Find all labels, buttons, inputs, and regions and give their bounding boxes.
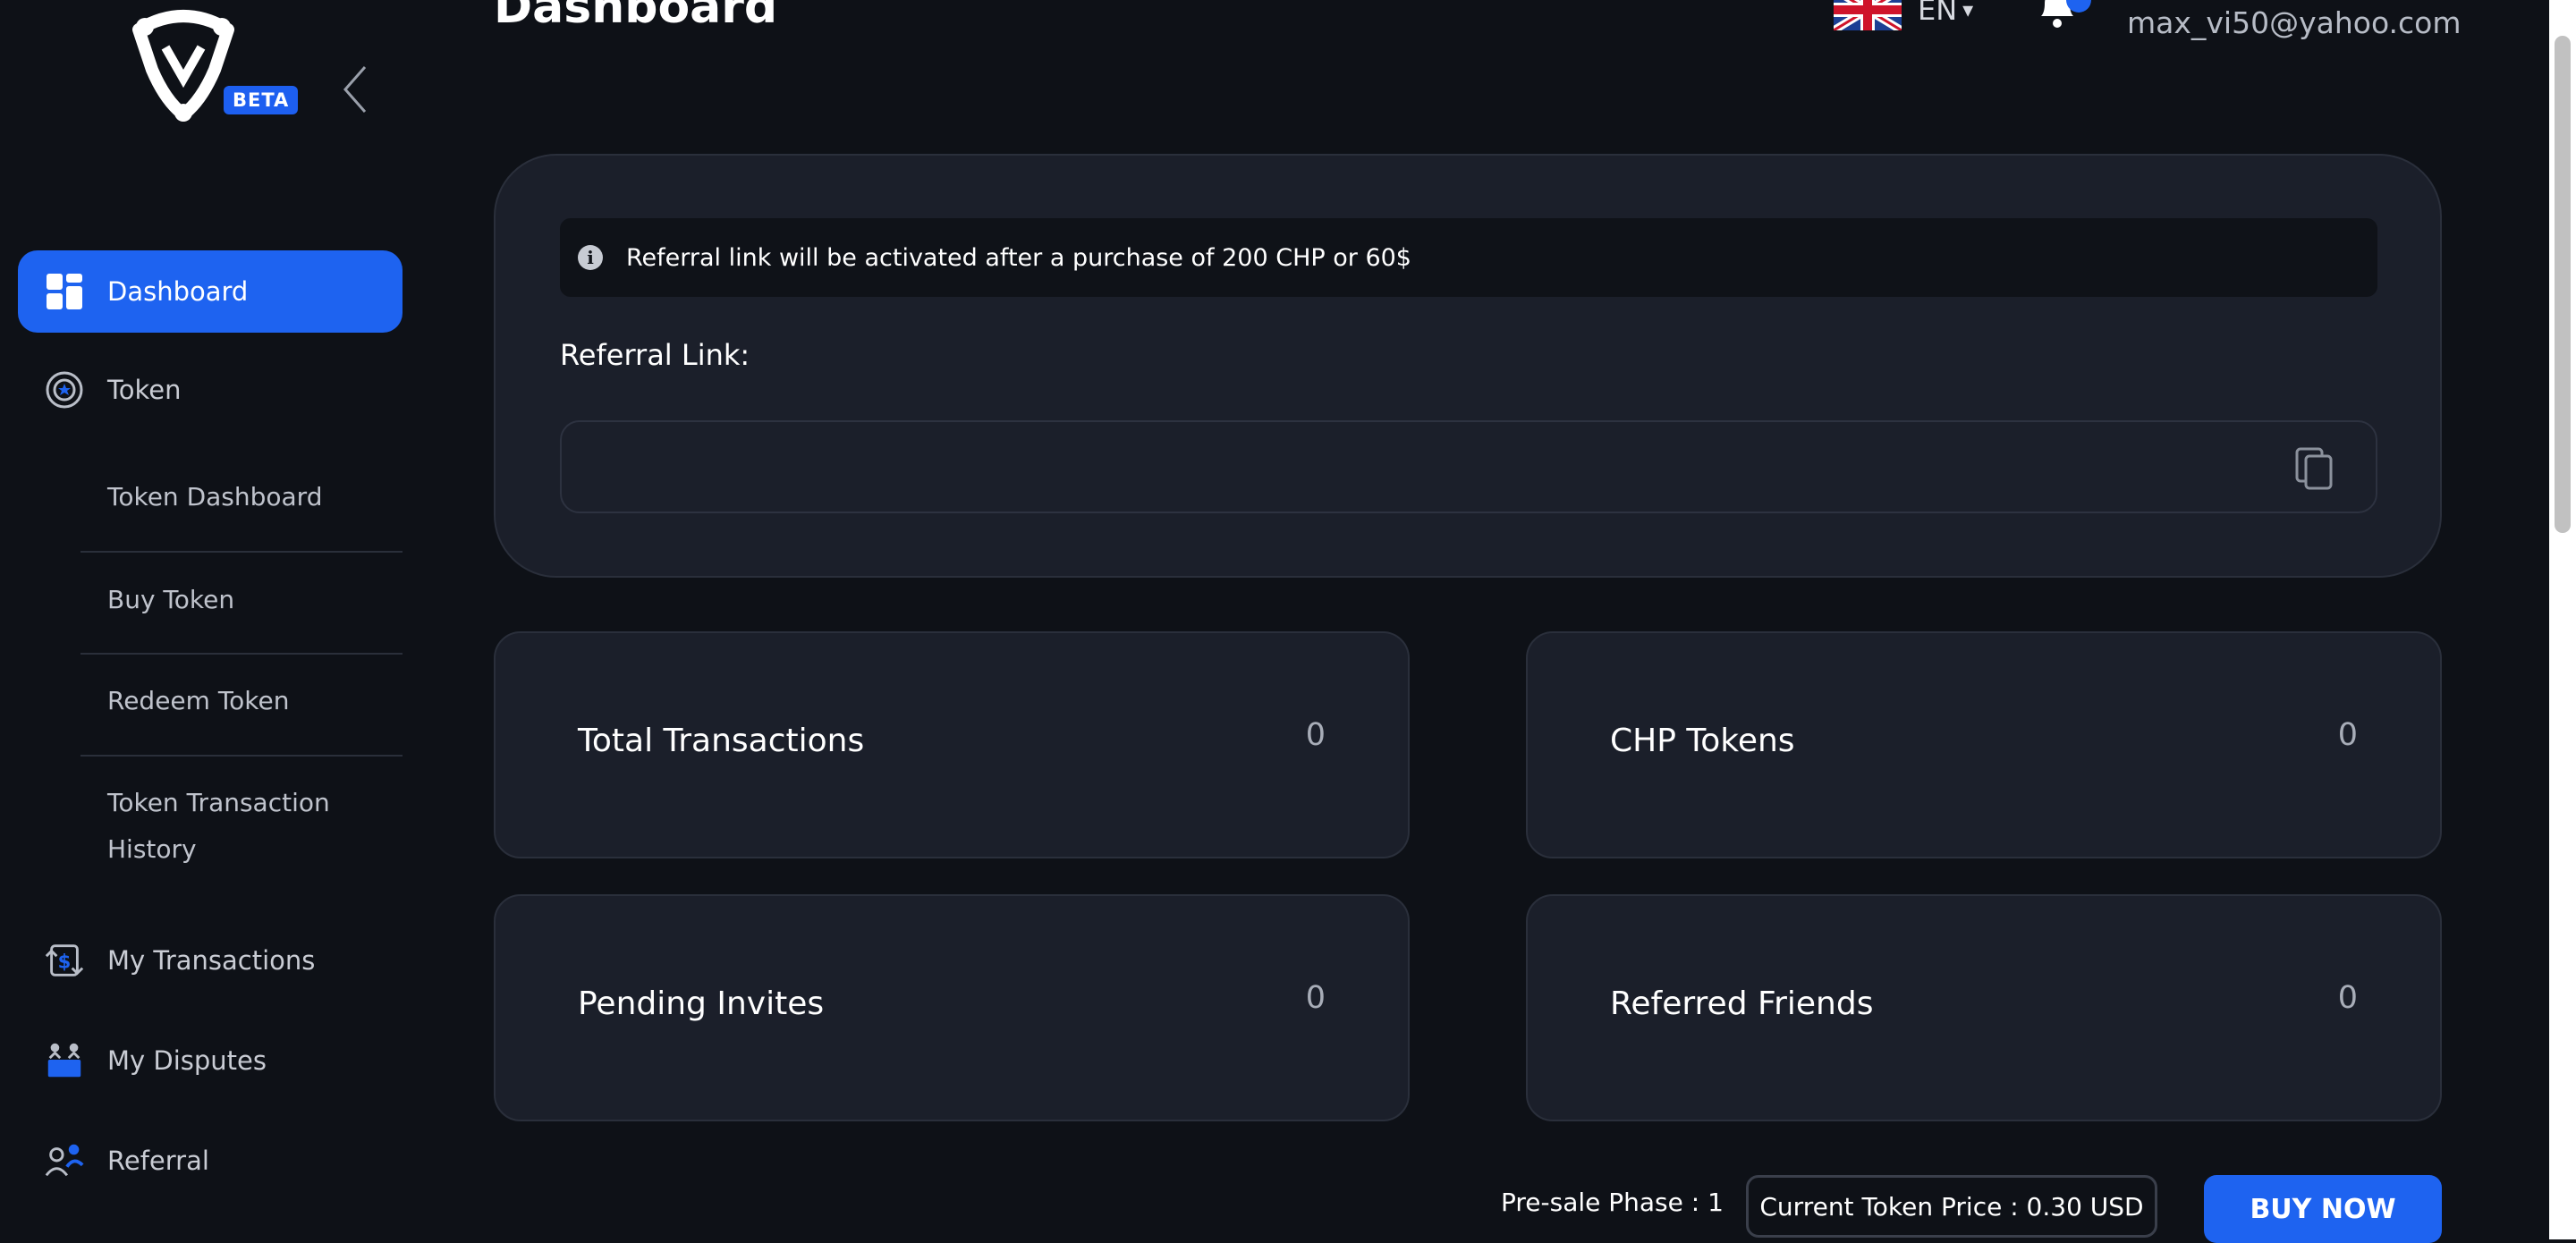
copy-icon bbox=[2295, 447, 2333, 490]
stat-card-chp-tokens: CHP Tokens 0 bbox=[1526, 631, 2442, 858]
page-title: Dashboard bbox=[494, 0, 778, 34]
bell-icon bbox=[2041, 0, 2091, 28]
stat-card-referred-friends: Referred Friends 0 bbox=[1526, 894, 2442, 1121]
stat-card-pending-invites: Pending Invites 0 bbox=[494, 894, 1410, 1121]
stat-label: Pending Invites bbox=[578, 985, 825, 1022]
stat-label: Referred Friends bbox=[1610, 985, 1874, 1022]
stat-label: CHP Tokens bbox=[1610, 723, 1795, 759]
copy-button[interactable] bbox=[2290, 444, 2340, 494]
sidebar-item-label: My Disputes bbox=[107, 1045, 267, 1076]
dashboard-icon bbox=[43, 270, 86, 313]
sidebar-subitem-token-transaction-history[interactable]: Token Transaction History bbox=[80, 780, 349, 873]
sidebar-item-label: Token bbox=[107, 375, 182, 405]
beta-badge: BETA bbox=[224, 86, 299, 114]
sidebar-item-label: My Transactions bbox=[107, 945, 316, 976]
info-icon: i bbox=[578, 245, 603, 270]
user-email[interactable]: max_vi50@yahoo.com bbox=[2127, 5, 2462, 40]
sidebar-subitem-buy-token[interactable]: Buy Token bbox=[80, 577, 402, 623]
stat-value: 0 bbox=[1305, 980, 1326, 1016]
stat-card-total-transactions: Total Transactions 0 bbox=[494, 631, 1410, 858]
transactions-icon: $ bbox=[43, 939, 86, 982]
stat-value: 0 bbox=[2337, 717, 2358, 753]
sidebar-item-label: Dashboard bbox=[107, 276, 249, 307]
divider bbox=[80, 755, 402, 757]
presale-phase: Pre-sale Phase : 1 bbox=[1501, 1188, 1724, 1217]
divider bbox=[80, 551, 402, 553]
sidebar-item-my-transactions[interactable]: $ My Transactions bbox=[18, 919, 402, 1002]
buy-now-button[interactable]: BUY NOW bbox=[2204, 1175, 2442, 1243]
sidebar-subitem-token-dashboard[interactable]: Token Dashboard bbox=[80, 474, 402, 520]
sidebar-item-my-disputes[interactable]: My Disputes bbox=[18, 1019, 402, 1102]
sidebar-item-dashboard[interactable]: Dashboard bbox=[18, 250, 402, 333]
sidebar-subitem-redeem-token[interactable]: Redeem Token bbox=[80, 678, 402, 724]
referral-icon bbox=[43, 1139, 86, 1182]
stat-value: 0 bbox=[2337, 980, 2358, 1016]
language-selector[interactable]: EN ▾ bbox=[1834, 0, 1973, 30]
scrollbar-thumb[interactable] bbox=[2555, 36, 2571, 533]
sidebar: BETA Dashboard Token Token Dashboard Buy… bbox=[0, 0, 420, 1239]
svg-text:$: $ bbox=[58, 951, 72, 973]
sidebar-item-referral[interactable]: Referral bbox=[18, 1120, 402, 1202]
notifications-button[interactable] bbox=[2032, 0, 2095, 36]
sidebar-item-token[interactable]: Token bbox=[18, 349, 402, 431]
chevron-down-icon: ▾ bbox=[1962, 0, 1974, 22]
current-token-price: Current Token Price : 0.30 USD bbox=[1746, 1175, 2157, 1238]
referral-panel: i Referral link will be activated after … bbox=[494, 154, 2442, 578]
collapse-sidebar-button[interactable] bbox=[338, 63, 374, 116]
referral-notice-text: Referral link will be activated after a … bbox=[626, 243, 1411, 272]
stat-value: 0 bbox=[1305, 717, 1326, 753]
divider bbox=[80, 653, 402, 655]
referral-link-label: Referral Link: bbox=[560, 338, 750, 372]
referral-link-input[interactable] bbox=[580, 440, 2279, 494]
sidebar-item-label: Referral bbox=[107, 1146, 209, 1176]
referral-link-field bbox=[560, 420, 2377, 513]
stat-label: Total Transactions bbox=[578, 723, 865, 759]
chevron-left-icon bbox=[343, 66, 367, 113]
uk-flag-icon bbox=[1834, 0, 1902, 30]
referral-notice: i Referral link will be activated after … bbox=[560, 218, 2377, 297]
token-icon bbox=[43, 368, 86, 411]
language-label: EN bbox=[1918, 0, 1958, 27]
disputes-icon bbox=[43, 1039, 86, 1082]
